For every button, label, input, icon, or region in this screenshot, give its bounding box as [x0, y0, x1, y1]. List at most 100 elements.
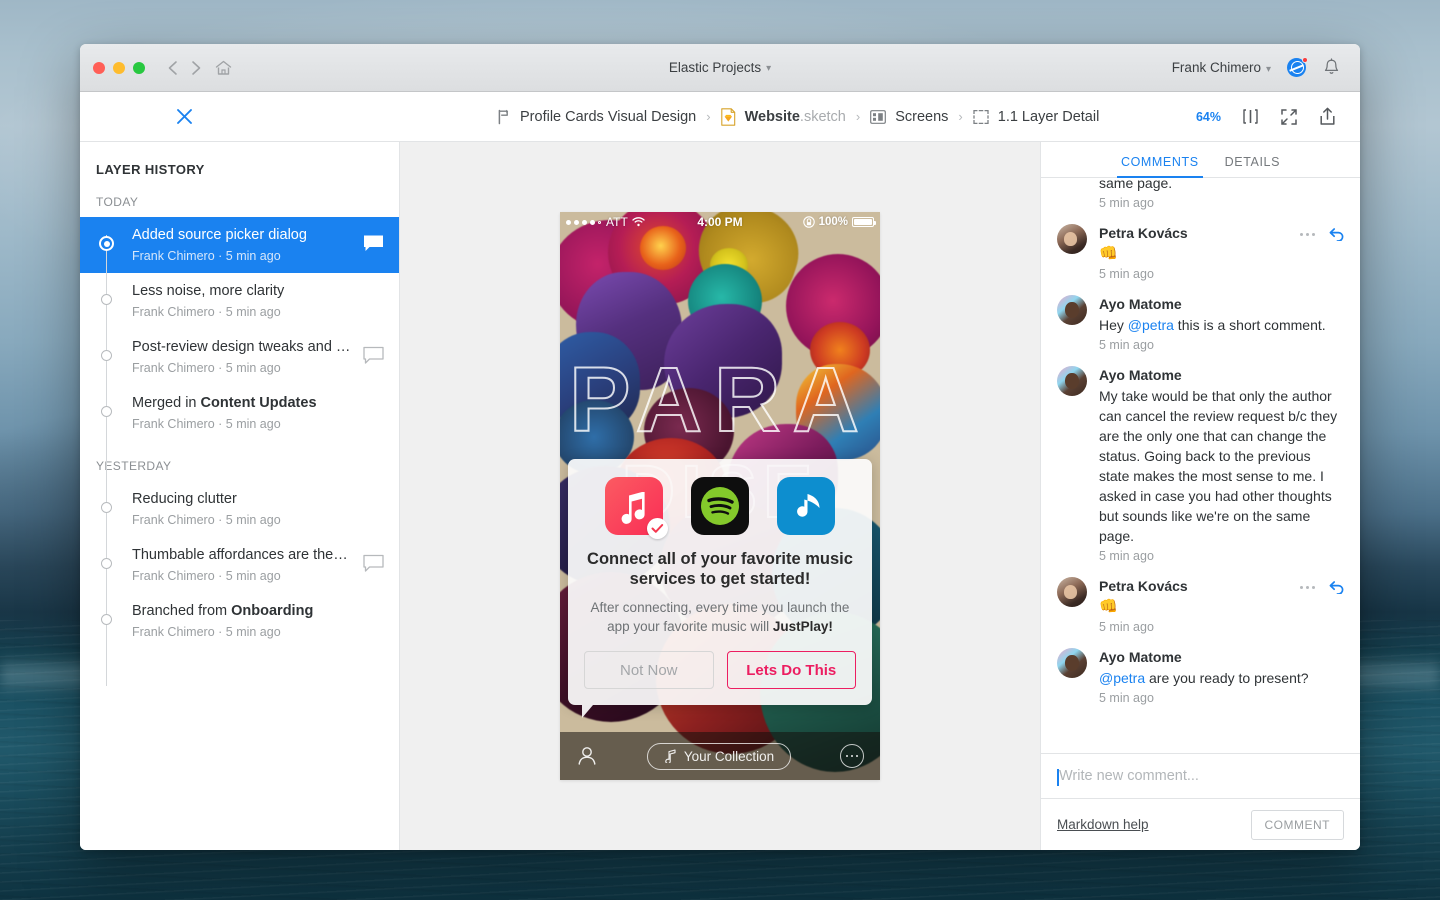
breadcrumb-separator: › [855, 109, 861, 124]
battery-percent-label: 100% [818, 216, 848, 228]
your-collection-button[interactable]: Your Collection [646, 742, 792, 770]
tab-comments[interactable]: COMMENTS [1116, 155, 1203, 178]
history-item-6[interactable]: Branched from Onboarding Frank Chimero ·… [80, 593, 399, 649]
history-item-2[interactable]: Post-review design tweaks and … Frank Ch… [80, 329, 399, 385]
dialog-pointer [582, 705, 593, 718]
mention-link[interactable]: @petra [1128, 317, 1174, 333]
bell-icon[interactable] [1323, 58, 1340, 77]
history-group-label-today: TODAY [96, 195, 139, 209]
markdown-help-link[interactable]: Markdown help [1057, 817, 1149, 832]
history-item-meta: Frank Chimero · 5 min ago [132, 305, 281, 319]
compare-icon[interactable] [1242, 108, 1259, 125]
reply-icon[interactable] [1329, 227, 1344, 241]
comments-list[interactable]: thoughts but sounds like we're on the sa… [1041, 178, 1360, 753]
history-item-meta: Frank Chimero · 5 min ago [132, 625, 281, 639]
zoom-level-button[interactable]: 64% [1196, 110, 1221, 124]
spotify-icon[interactable] [691, 477, 749, 535]
phone-artboard[interactable]: PARA DISE ATT 4:00 PM 100% [560, 212, 880, 780]
history-timeline-line [106, 235, 107, 517]
breadcrumb-item-layer[interactable]: 1.1 Layer Detail [973, 109, 1099, 125]
artwork-headline-line1: PARA [568, 349, 871, 451]
breadcrumb-item-project[interactable]: Profile Cards Visual Design [497, 109, 696, 125]
close-detail-button[interactable] [170, 103, 198, 131]
user-name-label: Frank Chimero [1171, 60, 1261, 75]
home-icon[interactable] [215, 60, 232, 76]
comment-emoji: 👊 [1099, 245, 1118, 262]
avatar-spacer [1057, 178, 1087, 210]
history-list-today: Added source picker dialog Frank Chimero… [80, 217, 399, 517]
mention-link[interactable]: @petra [1099, 670, 1145, 686]
history-item-title: Added source picker dialog [132, 227, 307, 243]
project-switcher-button[interactable] [720, 53, 860, 83]
window-traffic-lights[interactable] [93, 61, 145, 74]
chevron-down-icon: ▾ [1265, 64, 1271, 75]
history-comment-icon[interactable] [363, 554, 385, 573]
lets-do-this-button[interactable]: Lets Do This [726, 651, 856, 689]
history-list-yesterday: Reducing clutter Frank Chimero · 5 min a… [80, 481, 399, 686]
comment-item-3[interactable]: Ayo Matome My take would be that only th… [1057, 352, 1344, 563]
sync-status-button[interactable] [1287, 56, 1308, 78]
avatar [1057, 224, 1087, 254]
close-window-button[interactable] [93, 61, 105, 74]
comment-time: 5 min ago [1099, 549, 1154, 563]
forward-icon[interactable] [191, 60, 202, 76]
breadcrumb-separator: › [958, 109, 963, 124]
history-item-title: Post-review design tweaks and … [132, 339, 351, 355]
zoom-window-button[interactable] [133, 61, 145, 74]
comment-emoji: 👊 [1099, 598, 1118, 615]
minimize-window-button[interactable] [113, 61, 125, 74]
more-options-icon[interactable] [1300, 585, 1315, 589]
history-item-title: Reducing clutter [132, 491, 237, 507]
history-item-5[interactable]: Thumbable affordances are the… Frank Chi… [80, 537, 399, 593]
comment-time: 5 min ago [1099, 338, 1154, 352]
new-comment-input[interactable]: Write new comment... [1057, 768, 1344, 786]
comment-item-1[interactable]: Petra Kovács 👊 5 min ago [1057, 210, 1344, 281]
dialog-headline: Connect all of your favorite music servi… [587, 550, 853, 588]
back-icon[interactable] [167, 60, 178, 76]
history-comment-icon[interactable] [363, 234, 385, 253]
history-node-icon [101, 294, 112, 305]
more-icon[interactable] [840, 744, 864, 768]
share-icon[interactable] [1319, 107, 1336, 126]
history-item-1[interactable]: Less noise, more clarity Frank Chimero ·… [80, 273, 399, 329]
breadcrumb: Profile Cards Visual Design › Website.sk… [497, 107, 1099, 126]
new-comment-input-wrap[interactable]: Write new comment... [1041, 753, 1360, 798]
history-item-title: Merged in Content Updates [132, 395, 317, 411]
history-node-icon [99, 236, 114, 251]
history-item-meta: Frank Chimero · 5 min ago [132, 417, 281, 431]
person-icon[interactable] [576, 745, 598, 767]
breadcrumb-item-page[interactable]: Screens [870, 109, 948, 125]
rotation-lock-icon [802, 216, 815, 228]
tab-details[interactable]: DETAILS [1225, 155, 1280, 177]
history-item-meta: Frank Chimero · 5 min ago [132, 361, 281, 375]
fullscreen-icon[interactable] [1280, 108, 1298, 126]
comment-item-2[interactable]: Ayo Matome Hey @petra this is a short co… [1057, 281, 1344, 352]
apple-music-icon[interactable] [605, 477, 668, 539]
comment-item-4[interactable]: Petra Kovács 👊 5 min ago [1057, 563, 1344, 634]
breadcrumb-item-file[interactable]: Website.sketch [720, 107, 846, 126]
reply-icon[interactable] [1329, 580, 1344, 594]
source-picker-dialog: Connect all of your favorite music servi… [568, 459, 872, 718]
comment-time: 5 min ago [1099, 620, 1154, 634]
history-item-title: Thumbable affordances are the… [132, 547, 348, 563]
history-comment-icon[interactable] [363, 346, 385, 365]
comment-text: My take would be that only the author ca… [1099, 388, 1338, 544]
design-canvas[interactable]: PARA DISE ATT 4:00 PM 100% [400, 142, 1040, 850]
more-options-icon[interactable] [1300, 232, 1315, 236]
submit-comment-button[interactable]: COMMENT [1250, 809, 1344, 840]
history-item-title: Less noise, more clarity [132, 283, 285, 299]
comment-text: Hey @petra this is a short comment. [1099, 317, 1326, 333]
avatar [1057, 648, 1087, 678]
music-note-icon [664, 749, 677, 763]
history-item-4[interactable]: Reducing clutter Frank Chimero · 5 min a… [80, 481, 399, 537]
your-collection-label: Your Collection [683, 748, 775, 764]
comment-item-0[interactable]: thoughts but sounds like we're on the sa… [1057, 178, 1344, 210]
rdio-icon[interactable] [777, 477, 835, 535]
not-now-button[interactable]: Not Now [584, 651, 714, 689]
user-menu-button[interactable]: Frank Chimero ▾ [1172, 60, 1271, 75]
history-item-3[interactable]: Merged in Content Updates Frank Chimero … [80, 385, 399, 441]
history-item-0[interactable]: Added source picker dialog Frank Chimero… [80, 217, 399, 273]
comment-author: Petra Kovács [1099, 225, 1188, 241]
history-timeline-line [106, 499, 107, 686]
comment-item-5[interactable]: Ayo Matome @petra are you ready to prese… [1057, 634, 1344, 705]
